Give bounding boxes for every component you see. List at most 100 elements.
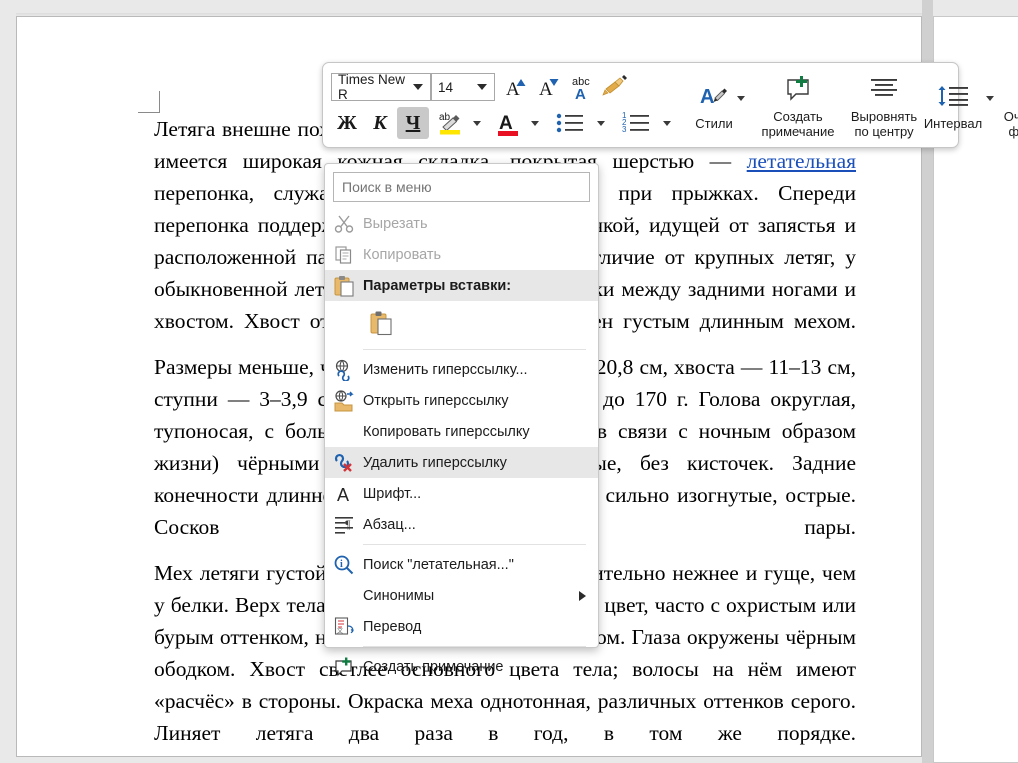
shrink-font-button[interactable]: A: [534, 71, 566, 103]
word-document-window: Летяга внешне похожа на белку, но между …: [0, 0, 1018, 763]
line-spacing-label: Интервал: [923, 116, 983, 131]
new-comment-icon: [782, 72, 814, 106]
menu-item-copy[interactable]: Копировать: [325, 239, 598, 270]
numbered-list-icon: 1 2 3: [622, 111, 649, 134]
menu-item-paragraph[interactable]: ¶ Абзац...: [325, 509, 598, 540]
copy-icon: [325, 245, 363, 265]
text-highlight-color-button[interactable]: ab: [434, 107, 466, 139]
highlight-color-dropdown[interactable]: [467, 107, 485, 139]
hyperlink[interactable]: летательная: [747, 149, 856, 173]
smart-lookup-icon: i: [325, 554, 363, 576]
styles-label: Стили: [695, 116, 733, 131]
chevron-down-icon[interactable]: [736, 95, 745, 101]
menu-item-label: Открыть гиперссылку: [363, 392, 509, 409]
format-painter-icon: [602, 75, 627, 96]
mini-toolbar-row-2: Ж К Ч ab A 1 2 3: [331, 106, 675, 140]
margin-mark-top-left: [138, 91, 160, 113]
mini-format-toolbar[interactable]: Times New R 14 A A abc A Ж К Ч ab A 1 2 …: [322, 62, 1018, 148]
chevron-down-icon: [531, 120, 539, 126]
change-case-button[interactable]: abc A: [567, 71, 599, 103]
menu-item-translate[interactable]: 文 Перевод: [325, 611, 598, 642]
menu-item-smart-lookup[interactable]: i Поиск "летательная...": [325, 549, 598, 580]
submenu-arrow-icon: [579, 590, 586, 601]
svg-text:A: A: [506, 79, 520, 100]
grow-font-icon: A: [506, 79, 526, 100]
mini-toolbar-row-1: Times New R 14 A A abc A: [331, 70, 675, 104]
chevron-down-icon[interactable]: [413, 84, 423, 90]
svg-text:¶: ¶: [345, 517, 351, 531]
menu-item-open-hyperlink[interactable]: Открыть гиперссылку: [325, 385, 598, 416]
bullet-list-button[interactable]: [550, 107, 590, 139]
menu-item-copy-hyperlink[interactable]: Копировать гиперссылку: [325, 416, 598, 447]
new-comment-button[interactable]: Создать примечание: [761, 63, 835, 147]
grow-font-button[interactable]: A: [501, 71, 533, 103]
align-center-icon: [868, 72, 900, 106]
font-color-icon: A: [498, 113, 518, 136]
new-comment-label: Создать примечание: [761, 108, 835, 139]
numbered-list-dropdown[interactable]: [657, 107, 675, 139]
menu-divider: [363, 646, 586, 647]
context-menu[interactable]: Вырезать Копировать Параме: [324, 163, 599, 676]
clear-format-button[interactable]: A Очистить формат: [997, 63, 1018, 147]
edit-hyperlink-icon: [325, 359, 363, 381]
menu-item-label: Параметры вставки:: [363, 277, 512, 294]
mini-toolbar-left-group: Times New R 14 A A abc A Ж К Ч ab A 1 2 …: [323, 63, 679, 147]
line-spacing-button[interactable]: Интервал: [921, 63, 997, 147]
svg-text:A: A: [337, 485, 349, 505]
underline-button[interactable]: Ч: [397, 107, 429, 139]
menu-item-paste-options[interactable]: Параметры вставки:: [325, 270, 598, 301]
menu-item-new-comment[interactable]: Создать примечание: [325, 651, 598, 682]
font-size-value: 14: [438, 79, 454, 95]
bold-label: Ж: [337, 111, 357, 134]
menu-item-synonyms[interactable]: Синонимы: [325, 580, 598, 611]
menu-item-cut[interactable]: Вырезать: [325, 208, 598, 239]
chevron-down-icon[interactable]: [477, 84, 487, 90]
menu-item-paste-keep-source[interactable]: [325, 301, 598, 345]
open-hyperlink-icon: [325, 389, 363, 412]
styles-icon: A: [698, 79, 730, 113]
menu-item-label: Вырезать: [363, 215, 428, 232]
scissors-icon: [325, 214, 363, 234]
new-comment-icon: [325, 656, 363, 678]
menu-item-label: Абзац...: [363, 516, 416, 533]
svg-text:A: A: [499, 113, 513, 134]
bullet-list-dropdown[interactable]: [591, 107, 609, 139]
font-color-button[interactable]: A: [492, 107, 524, 139]
bold-button[interactable]: Ж: [331, 107, 363, 139]
svg-text:A: A: [700, 86, 714, 108]
shrink-font-icon: A: [539, 79, 559, 100]
menu-divider: [363, 544, 586, 545]
format-painter-button[interactable]: [600, 71, 632, 103]
svg-text:A: A: [575, 86, 586, 102]
svg-text:3: 3: [622, 125, 627, 134]
paste-keep-source-icon: [369, 310, 393, 336]
svg-text:文: 文: [337, 627, 343, 635]
menu-divider: [363, 349, 586, 350]
menu-search-input[interactable]: [333, 172, 590, 202]
highlight-pen-icon: ab: [439, 112, 460, 135]
line-spacing-icon: [936, 79, 970, 113]
chevron-down-icon[interactable]: [986, 95, 995, 101]
font-name-combobox[interactable]: Times New R: [331, 72, 431, 102]
italic-button[interactable]: К: [364, 107, 396, 139]
italic-label: К: [373, 111, 387, 134]
font-size-combobox[interactable]: 14: [431, 73, 495, 101]
menu-item-label: Перевод: [363, 618, 422, 635]
font-name-value: Times New R: [338, 72, 406, 102]
translate-icon: 文: [325, 616, 363, 638]
clear-format-label: Очистить формат: [1003, 108, 1018, 139]
align-center-label: Выровнять по центру: [850, 108, 918, 139]
menu-item-label: Создать примечание: [363, 658, 504, 675]
chevron-down-icon: [597, 120, 605, 126]
align-center-button[interactable]: Выровнять по центру: [847, 63, 921, 147]
remove-hyperlink-icon: [325, 452, 363, 474]
menu-item-font[interactable]: A Шрифт...: [325, 478, 598, 509]
font-color-dropdown[interactable]: [525, 107, 543, 139]
menu-item-edit-hyperlink[interactable]: Изменить гиперссылку...: [325, 354, 598, 385]
menu-item-remove-hyperlink[interactable]: Удалить гиперссылку: [325, 447, 598, 478]
menu-item-label: Копировать гиперссылку: [363, 423, 530, 440]
context-menu-search-wrapper: [325, 164, 598, 208]
styles-button[interactable]: A Стили: [691, 63, 749, 147]
chevron-down-icon: [663, 120, 671, 126]
numbered-list-button[interactable]: 1 2 3: [616, 107, 656, 139]
